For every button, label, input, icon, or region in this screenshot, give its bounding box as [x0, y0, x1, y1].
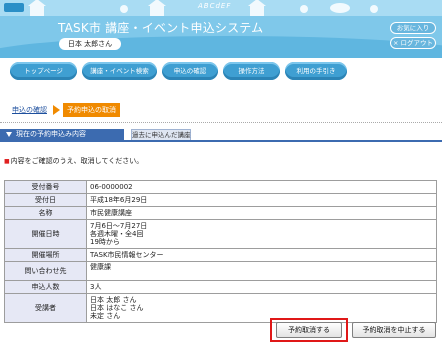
row-label: 問い合わせ先 [4, 261, 87, 281]
arrow-right-icon [53, 105, 60, 115]
instruction-notice: ■内容をご確認のうえ、取消してください。 [4, 156, 143, 166]
row-value: 平成18年6月29日 [86, 193, 437, 207]
breadcrumb-current: 予約申込の取消 [63, 103, 120, 117]
square-bullet-icon: ■ [4, 158, 10, 165]
row-label: 開催場所 [4, 248, 87, 262]
row-value: 日本 太郎 さん 日本 はなこ さん 未定 さん [86, 293, 437, 323]
reservation-details-table: 受付番号 06-0000002 受付日 平成18年6月29日 名称 市民健康講座… [4, 180, 437, 323]
row-value: 市民健康講座 [86, 206, 437, 220]
table-row: 開催場所 TASK市民情報センター [4, 248, 437, 262]
abort-cancel-button[interactable]: 予約取消を中止する [352, 322, 436, 338]
tree-icon [120, 5, 128, 13]
tab-current-reservations[interactable]: 現在の予約申込み内容 [0, 129, 124, 140]
notice-text: 内容をご確認のうえ、取消してください。 [10, 157, 144, 165]
tab-label: 現在の予約申込み内容 [16, 130, 86, 138]
nav-application-check[interactable]: 申込の確認 [162, 62, 218, 80]
breadcrumb: 申込の確認 予約申込の取消 [12, 103, 120, 117]
row-value: 7月6日～7月27日 各週木曜・全4回 19時から [86, 219, 437, 249]
breadcrumb-link-application-check[interactable]: 申込の確認 [12, 105, 47, 115]
task-logo-icon [4, 3, 24, 12]
table-row: 名称 市民健康講座 [4, 206, 437, 220]
decor-letters: ABCdEF [198, 2, 232, 10]
nav-top-page[interactable]: トップページ [10, 62, 77, 80]
tree-icon [370, 5, 378, 13]
row-label: 受付番号 [4, 180, 87, 194]
nav-how-to-use[interactable]: 操作方法 [223, 62, 280, 80]
table-row: 受付番号 06-0000002 [4, 180, 437, 194]
tab-past-courses[interactable]: 過去に申込んだ講座 [131, 129, 191, 140]
row-label: 開催日時 [4, 219, 87, 249]
app-title: TASK市 講座・イベント申込システム [58, 21, 264, 35]
triangle-down-icon [6, 131, 12, 137]
nav-usage-guide[interactable]: 利用の手引き [285, 62, 347, 80]
table-row: 申込人数 3人 [4, 280, 437, 294]
tree-icon [300, 5, 308, 13]
mouse-character-icon [330, 3, 350, 13]
cancel-reservation-button[interactable]: 予約取消する [276, 322, 342, 338]
row-value: 健康課 [86, 261, 437, 281]
favorites-button[interactable]: お気に入り [390, 22, 436, 34]
row-value: 3人 [86, 280, 437, 294]
house-icon [148, 0, 166, 16]
user-name-badge: 日本 太郎さん [59, 38, 121, 50]
table-row: 開催日時 7月6日～7月27日 各週木曜・全4回 19時から [4, 219, 437, 249]
table-row: 受講者 日本 太郎 さん 日本 はなこ さん 未定 さん [4, 293, 437, 323]
nav-course-search[interactable]: 講座・イベント検索 [82, 62, 157, 80]
table-row: 問い合わせ先 健康課 [4, 261, 437, 281]
row-label: 名称 [4, 206, 87, 220]
main-nav: トップページ 講座・イベント検索 申込の確認 操作方法 利用の手引き [0, 58, 442, 85]
tab-bar: 現在の予約申込み内容 過去に申込んだ講座 [0, 129, 442, 142]
table-row: 受付日 平成18年6月29日 [4, 193, 437, 207]
row-value: TASK市民情報センター [86, 248, 437, 262]
row-label: 受付日 [4, 193, 87, 207]
row-value: 06-0000002 [86, 180, 437, 194]
logout-button[interactable]: × ログアウト [390, 37, 436, 49]
divider [0, 122, 442, 123]
app-header: ABCdEF TASK市 講座・イベント申込システム 日本 太郎さん お気に入り… [0, 0, 442, 58]
house-icon [248, 0, 266, 16]
row-label: 受講者 [4, 293, 87, 323]
row-label: 申込人数 [4, 280, 87, 294]
house-icon [28, 0, 46, 16]
